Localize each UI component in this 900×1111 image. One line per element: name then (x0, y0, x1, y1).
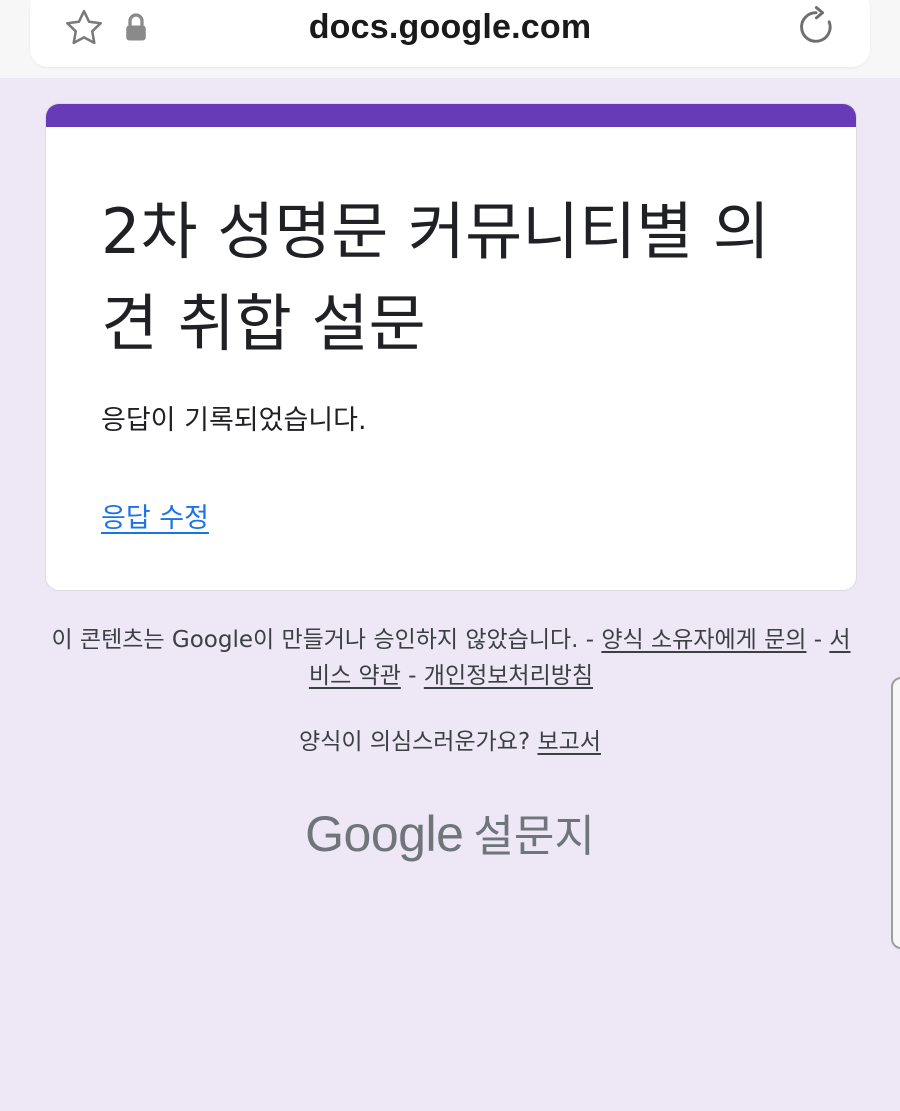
form-title: 2차 성명문 커뮤니티별 의견 취합 설문 (101, 195, 770, 360)
google-forms-logo[interactable]: Google 설문지 (0, 800, 900, 864)
separator: - (578, 627, 602, 653)
privacy-link[interactable]: 개인정보처리방침 (424, 663, 593, 689)
confirmation-card: 2차 성명문 커뮤니티별 의견 취합 설문 응답이 기록되었습니다. 응답 수정 (45, 103, 857, 591)
scroll-handle[interactable] (891, 677, 900, 949)
reload-icon[interactable] (794, 4, 838, 50)
report-question: 양식이 의심스러운가요? (299, 729, 531, 755)
google-wordmark: Google (305, 806, 464, 862)
separator: - (806, 627, 830, 653)
card-accent-bar (46, 104, 856, 127)
url-text[interactable]: docs.google.com (0, 8, 900, 47)
report-link[interactable]: 보고서 (537, 729, 600, 755)
contact-owner-link[interactable]: 양식 소유자에게 문의 (601, 627, 806, 653)
forms-wordmark: 설문지 (473, 811, 595, 862)
disclaimer-text: 이 콘텐츠는 Google이 만들거나 승인하지 않았습니다. (51, 627, 579, 653)
separator: - (400, 663, 424, 689)
footer-disclaimer: 이 콘텐츠는 Google이 만들거나 승인하지 않았습니다. - 양식 소유자… (45, 622, 857, 694)
edit-response-link[interactable]: 응답 수정 (101, 496, 209, 535)
browser-toolbar: docs.google.com (0, 0, 900, 78)
report-line: 양식이 의심스러운가요? 보고서 (0, 722, 900, 756)
confirmation-message: 응답이 기록되었습니다. (101, 405, 367, 436)
